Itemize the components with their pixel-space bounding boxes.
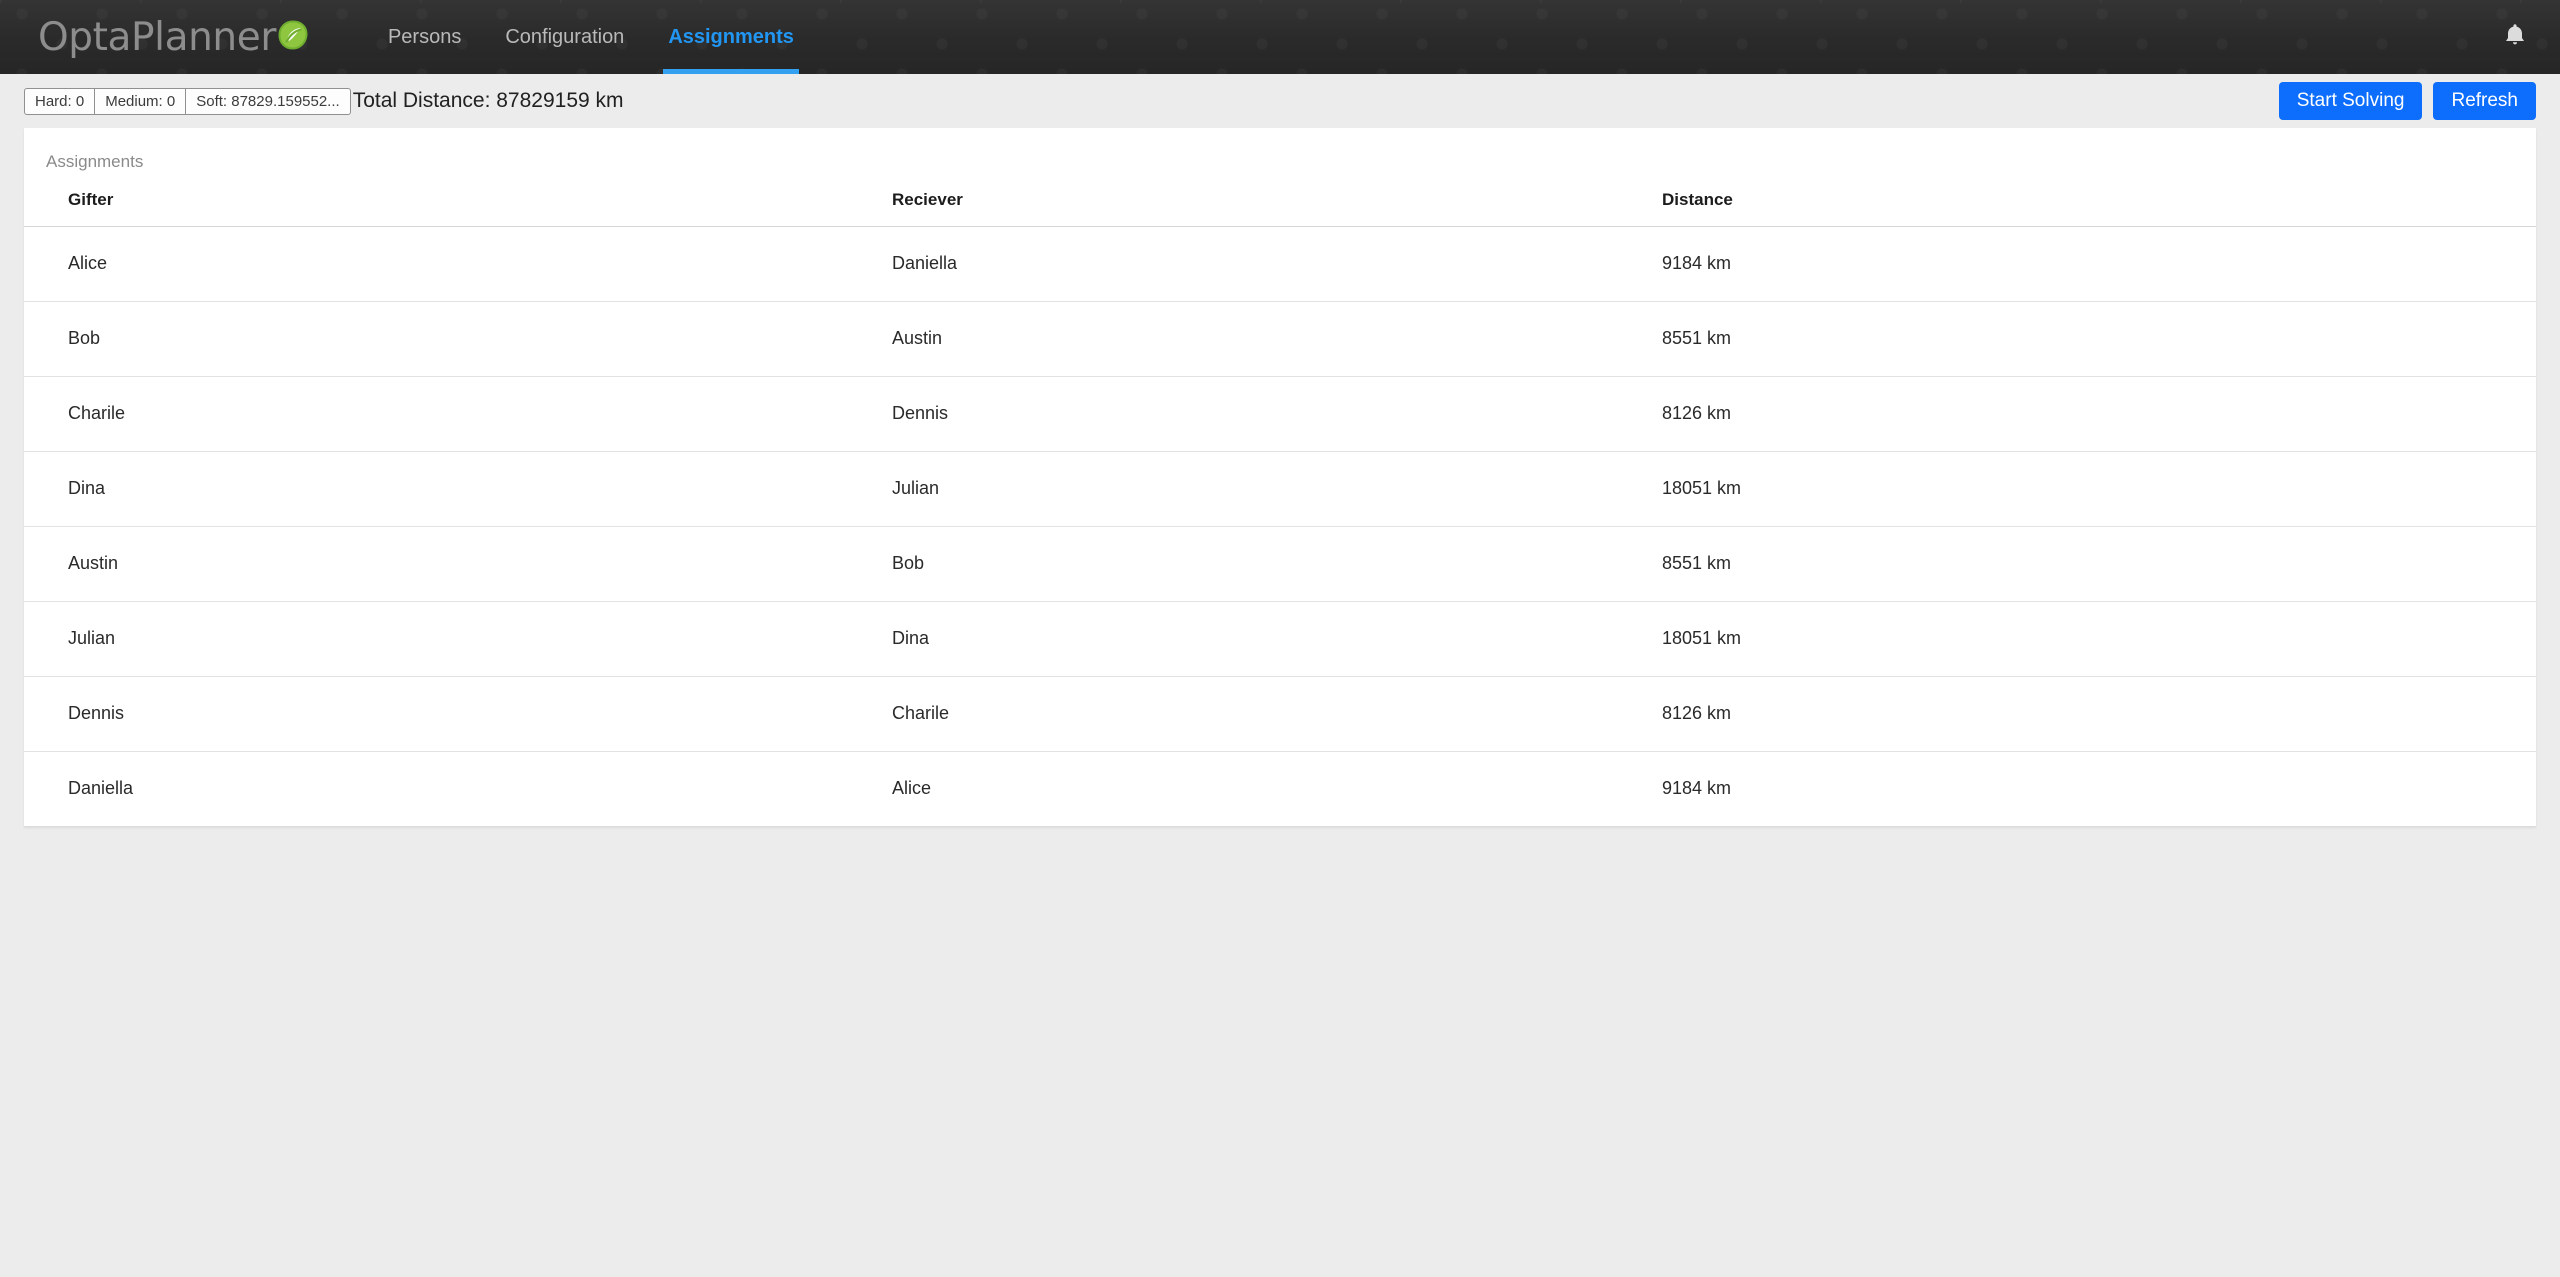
table-row[interactable]: Dina Julian 18051 km [24,451,2536,527]
optaplanner-leaf-logo-icon [278,19,308,55]
cell-reciever: Alice [892,778,932,798]
cell-distance: 9184 km [1662,778,1732,798]
cell-gifter: Alice [24,226,864,302]
toolbar-actions: Start Solving Refresh [2278,82,2536,120]
nav-links: Persons Configuration Assignments [366,0,816,74]
cell-reciever: Daniella [864,226,1634,302]
cell-gifter: Austin [24,526,864,602]
brand-logo[interactable]: OptaPlanner [38,15,308,60]
column-header-gifter[interactable]: Gifter [24,190,864,227]
cell-gifter: Charile [24,376,864,452]
assignments-table: Gifter Reciever Distance Alice Daniella 91… [24,190,2536,826]
bell-icon [2504,23,2526,52]
cell-distance: 8126 km [1634,676,2536,752]
score-chip-hard[interactable]: Hard: 0 [24,87,96,115]
cell-distance: 18051 km [1634,601,2536,677]
cell-gifter: Dina [24,451,864,527]
brand-name: OptaPlanner [38,14,276,60]
notification-button[interactable] [2504,23,2526,52]
cell-gifter: Julian [24,601,864,677]
table-caption: Assignments [46,152,144,171]
table-row[interactable]: Daniella Alice 9184 km [24,752,2536,827]
cell-reciever: Bob [864,526,1634,602]
nav-item-assignments[interactable]: Assignments [646,0,816,74]
cell-distance: 9184 km [1634,226,2536,302]
table-row[interactable]: Charile Dennis 8126 km [24,376,2536,452]
score-chip-group: Hard: 0 Medium: 0 Soft: 87829.159552... [24,87,351,115]
score-toolbar: Hard: 0 Medium: 0 Soft: 87829.159552... … [0,74,2560,128]
nav-item-configuration[interactable]: Configuration [483,0,646,74]
column-header-distance[interactable]: Distance [1634,190,2536,227]
cell-gifter: Dennis [24,676,864,752]
score-chip-soft[interactable]: Soft: 87829.159552... [185,87,351,115]
score-chip-medium[interactable]: Medium: 0 [94,87,187,115]
cell-distance: 18051 km [1634,451,2536,527]
cell-reciever: Julian [864,451,1634,527]
refresh-button[interactable]: Refresh [2433,82,2536,120]
column-header-reciever[interactable]: Reciever [864,190,1634,227]
assignments-card: Assignments Gifter Reciever Distance Ali… [24,128,2536,827]
nav-item-persons[interactable]: Persons [366,0,483,74]
table-row[interactable]: Dennis Charile 8126 km [24,676,2536,752]
cell-distance: 8126 km [1634,376,2536,452]
top-navbar: OptaPlanner Persons Configuration Assign… [0,0,2560,74]
cell-distance: 8551 km [1634,526,2536,602]
table-row[interactable]: Alice Daniella 9184 km [24,226,2536,302]
table-body: Alice Daniella 9184 km Bob Austin 8551 km Char… [24,226,2536,827]
cell-reciever: Charile [864,676,1634,752]
cell-distance: 8551 km [1634,301,2536,377]
table-row[interactable]: Bob Austin 8551 km [24,301,2536,377]
cell-gifter: Daniella [68,778,134,798]
cell-gifter: Bob [24,301,864,377]
total-distance-label: Total Distance: 87829159 km [352,89,624,112]
start-solving-button[interactable]: Start Solving [2278,82,2423,120]
cell-reciever: Dennis [864,376,1634,452]
table-header-row: Gifter Reciever Distance [24,190,2536,227]
table-row[interactable]: Julian Dina 18051 km [24,601,2536,677]
table-head: Gifter Reciever Distance [24,190,2536,227]
cell-reciever: Austin [864,301,1634,377]
cell-reciever: Dina [864,601,1634,677]
table-row[interactable]: Austin Bob 8551 km [24,526,2536,602]
